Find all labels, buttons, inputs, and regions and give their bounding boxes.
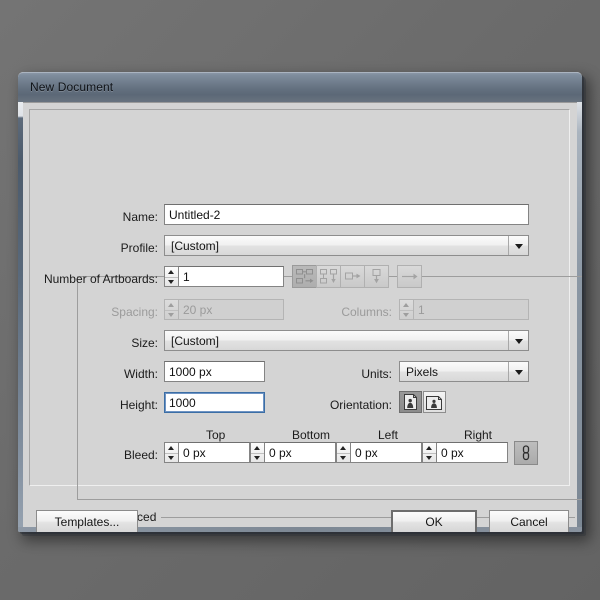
bleed-right-stepper[interactable]: [422, 442, 436, 463]
artboards-stepper[interactable]: [164, 266, 178, 287]
landscape-icon: [426, 396, 442, 410]
stepper-up-icon: [400, 300, 413, 310]
bleed-left-stepper[interactable]: [336, 442, 350, 463]
stepper-up-icon[interactable]: [165, 443, 178, 453]
change-direction-button[interactable]: [397, 265, 422, 288]
profile-combobox[interactable]: [Custom]: [164, 235, 529, 256]
units-label: Units:: [361, 367, 392, 381]
cancel-button[interactable]: Cancel: [489, 510, 569, 532]
stepper-up-icon[interactable]: [251, 443, 264, 453]
stepper-down-icon[interactable]: [251, 452, 264, 464]
bleed-top-label: Top: [206, 428, 226, 442]
bleed-left-label: Left: [378, 428, 399, 442]
bleed-right-label: Right: [464, 428, 493, 442]
stepper-down-icon[interactable]: [165, 452, 178, 464]
grid-by-row-icon: [296, 269, 314, 284]
stepper-down-icon[interactable]: [337, 452, 350, 464]
ok-button[interactable]: OK: [391, 510, 477, 532]
spacing-label: Spacing:: [111, 305, 158, 319]
number-of-artboards-label: Number of Artboards:: [43, 272, 158, 286]
size-label: Size:: [131, 336, 158, 350]
orientation-portrait-button[interactable]: [399, 391, 422, 413]
link-chain-icon: [522, 445, 530, 461]
stepper-up-icon[interactable]: [423, 443, 436, 453]
bleed-link-toggle[interactable]: [514, 441, 538, 465]
dialog-body: Name: Untitled-2 Profile: [Custom] Numbe…: [23, 102, 582, 532]
spacing-stepper: [164, 299, 178, 320]
stepper-down-icon: [400, 309, 413, 321]
profile-label: Profile:: [120, 241, 158, 255]
bleed-top-input[interactable]: 0 px: [178, 442, 250, 463]
portrait-icon: [404, 394, 417, 410]
change-direction-icon: [402, 273, 418, 280]
templates-button[interactable]: Templates...: [36, 510, 138, 532]
chevron-down-icon[interactable]: [508, 331, 528, 350]
stepper-down-icon: [165, 309, 178, 321]
width-input[interactable]: 1000 px: [164, 361, 265, 382]
bleed-left-input[interactable]: 0 px: [350, 442, 422, 463]
stepper-up-icon: [165, 300, 178, 310]
arrange-by-row-button[interactable]: [340, 265, 365, 288]
arrange-grid-by-column-button[interactable]: [316, 265, 341, 288]
columns-stepper: [399, 299, 413, 320]
spacing-input: 20 px: [178, 299, 284, 320]
bleed-label: Bleed:: [123, 448, 158, 462]
orientation-landscape-button[interactable]: [423, 391, 446, 413]
name-label: Name:: [122, 210, 158, 224]
size-value: [Custom]: [171, 334, 220, 348]
new-document-dialog: New Document Name: Untitled-2 Profile: […: [18, 72, 582, 532]
stepper-down-icon[interactable]: [423, 452, 436, 464]
profile-value: [Custom]: [171, 239, 220, 253]
bleed-bottom-stepper[interactable]: [250, 442, 264, 463]
dialog-main-panel: Name: Untitled-2 Profile: [Custom] Numbe…: [29, 109, 582, 524]
grid-by-column-icon: [320, 269, 337, 284]
columns-label: Columns:: [341, 305, 392, 319]
bleed-right-input[interactable]: 0 px: [436, 442, 508, 463]
dialog-titlebar[interactable]: New Document: [18, 72, 582, 102]
stepper-up-icon[interactable]: [337, 443, 350, 453]
chevron-down-icon[interactable]: [508, 236, 528, 255]
arrange-grid-by-row-button[interactable]: [292, 265, 317, 288]
size-combobox[interactable]: [Custom]: [164, 330, 529, 351]
height-input[interactable]: 1000: [164, 392, 265, 413]
bleed-bottom-input[interactable]: 0 px: [264, 442, 336, 463]
units-value: Pixels: [406, 365, 439, 379]
bleed-top-stepper[interactable]: [164, 442, 178, 463]
columns-input: 1: [413, 299, 529, 320]
arrange-row-icon: [345, 272, 361, 280]
units-combobox[interactable]: Pixels: [399, 361, 529, 382]
name-input[interactable]: Untitled-2: [164, 204, 529, 225]
window-frame-right: [577, 102, 582, 532]
artboards-input[interactable]: 1: [178, 266, 284, 287]
width-label: Width:: [123, 367, 158, 381]
stepper-up-icon[interactable]: [165, 267, 178, 277]
bleed-bottom-label: Bottom: [292, 428, 331, 442]
orientation-label: Orientation:: [329, 398, 392, 412]
stepper-down-icon[interactable]: [165, 276, 178, 288]
height-label: Height:: [119, 398, 158, 412]
arrange-by-column-button[interactable]: [364, 265, 389, 288]
dialog-title: New Document: [30, 80, 114, 94]
arrange-column-icon: [372, 269, 381, 284]
chevron-down-icon[interactable]: [508, 362, 528, 381]
